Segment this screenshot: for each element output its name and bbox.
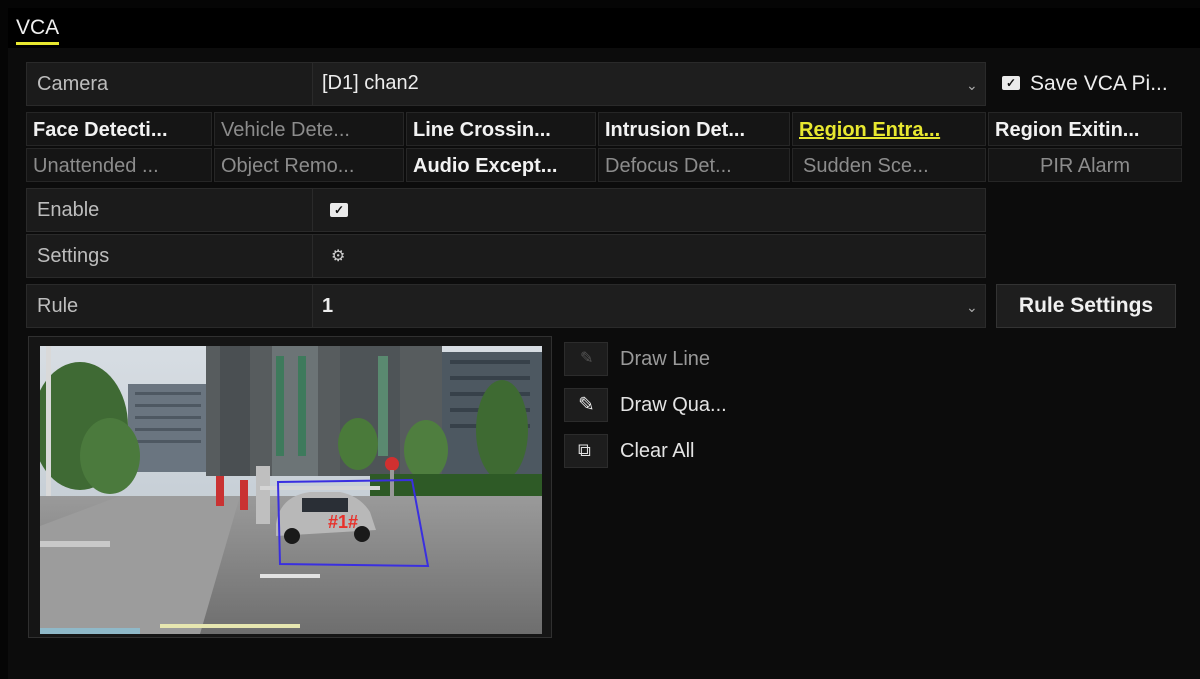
tab-object-removal[interactable]: Object Remo... xyxy=(214,148,404,182)
tab-sudden-scene-change[interactable]: Sudden Sce... xyxy=(792,148,986,182)
enable-value-cell xyxy=(312,188,986,232)
region-label: #1# xyxy=(328,512,358,532)
rule-value: 1 xyxy=(322,295,334,317)
clear-all-label[interactable]: Clear All xyxy=(620,440,694,463)
tab-region-exiting[interactable]: Region Exitin... xyxy=(988,112,1182,146)
draw-quad-label[interactable]: Draw Qua... xyxy=(620,394,727,417)
settings-label: Settings xyxy=(37,245,110,267)
save-vca-label[interactable]: Save VCA Pi... xyxy=(1030,72,1168,96)
tab-pir-alarm[interactable]: PIR Alarm xyxy=(988,148,1182,182)
gear-icon[interactable]: ⚙ xyxy=(331,246,345,266)
save-vca-checkbox[interactable]: ✓ xyxy=(1002,76,1020,90)
enable-label: Enable xyxy=(37,199,100,221)
tab-defocus-detection[interactable]: Defocus Det... xyxy=(598,148,790,182)
rule-label: Rule xyxy=(37,295,79,317)
page-title: VCA xyxy=(16,16,60,45)
title-bar xyxy=(8,8,1200,48)
tab-audio-exception[interactable]: Audio Except... xyxy=(406,148,596,182)
rule-select[interactable] xyxy=(312,284,986,328)
chevron-down-icon[interactable]: ⌄ xyxy=(966,299,978,316)
enable-checkbox[interactable]: ✓ xyxy=(330,203,348,217)
camera-value: [D1] chan2 xyxy=(322,72,419,94)
settings-value-cell xyxy=(312,234,986,278)
tab-face-detection[interactable]: Face Detecti... xyxy=(26,112,212,146)
draw-line-label[interactable]: Draw Line xyxy=(620,348,710,371)
pencil-icon: ✎ xyxy=(580,350,594,367)
tab-vehicle-detection[interactable]: Vehicle Dete... xyxy=(214,112,404,146)
tab-intrusion-detection[interactable]: Intrusion Det... xyxy=(598,112,790,146)
clear-icon: ⧉ xyxy=(578,440,591,460)
tab-region-entrance[interactable]: Region Entra... xyxy=(792,112,986,146)
edit-icon: ✎ xyxy=(578,394,595,416)
tab-line-crossing[interactable]: Line Crossin... xyxy=(406,112,596,146)
camera-label: Camera xyxy=(37,73,109,95)
rule-settings-button[interactable]: Rule Settings xyxy=(996,284,1176,328)
camera-preview[interactable]: #1# xyxy=(40,346,542,634)
tab-unattended-baggage[interactable]: Unattended ... xyxy=(26,148,212,182)
chevron-down-icon[interactable]: ⌄ xyxy=(966,77,978,94)
